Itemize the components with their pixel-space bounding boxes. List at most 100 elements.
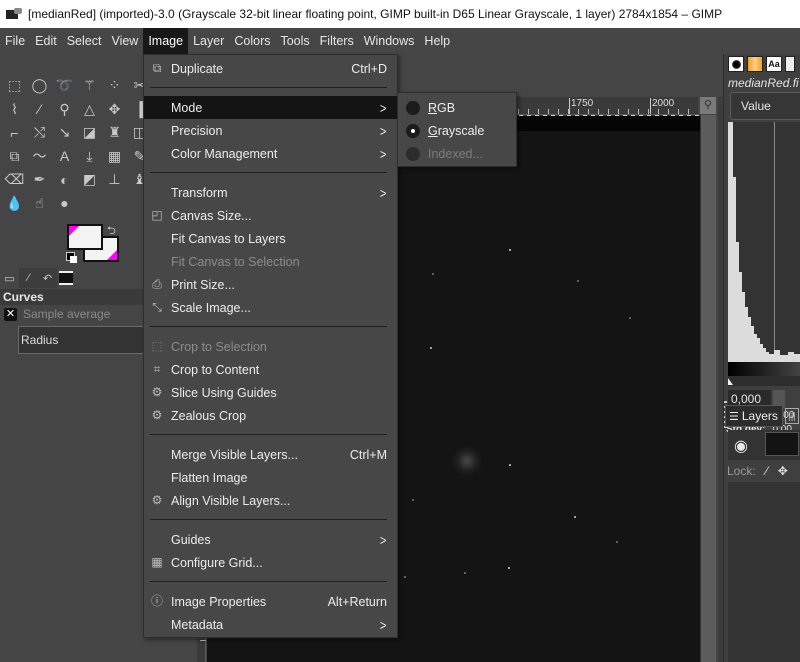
smudge-icon[interactable]: ☝ (27, 192, 52, 215)
rect-select-icon[interactable]: ⬚ (2, 74, 27, 97)
warp-transform-icon[interactable]: ↘ (52, 121, 77, 144)
dodge-burn-icon[interactable]: ● (52, 192, 77, 215)
menu-item-canvas-size[interactable]: ◰ Canvas Size... (144, 204, 397, 227)
magnifier-icon[interactable]: ⚲ (700, 97, 716, 114)
document-history-tab[interactable] (785, 56, 795, 72)
menu-item-slice-using-guides[interactable]: ⚙ Slice Using Guides (144, 381, 397, 404)
menu-item-precision[interactable]: Precision > (144, 119, 397, 142)
menu-item-label: Align Visible Layers... (171, 493, 291, 508)
zoom-icon[interactable]: ⚲ (52, 98, 77, 121)
range-handle[interactable] (728, 376, 800, 386)
star (577, 280, 579, 282)
swap-colors-icon[interactable]: ⮌ (107, 222, 116, 241)
move-icon[interactable]: ✥ (102, 98, 127, 121)
smudge-wave-icon[interactable]: 〜 (27, 145, 52, 168)
unified-transform-icon[interactable]: ⤭ (27, 121, 52, 144)
fonts-tab[interactable]: Aa (766, 56, 782, 72)
menu-item-mode[interactable]: Mode > (144, 96, 397, 119)
layer-row[interactable]: ◉ (728, 430, 800, 460)
menu-item-image-properties[interactable]: ⓘ Image Properties Alt+Return (144, 590, 397, 613)
clone-icon[interactable]: ⊥ (102, 168, 127, 191)
menu-windows[interactable]: Windows (359, 28, 420, 54)
histogram-bar (794, 354, 800, 362)
color-picker-icon[interactable]: ⁄ (27, 98, 52, 121)
flip-icon[interactable]: ⧉ (2, 145, 27, 168)
mypaint-brush-icon[interactable]: ◩ (77, 168, 102, 191)
fuzzy-select-icon[interactable]: ⚚ (77, 74, 102, 97)
menu-item-metadata[interactable]: Metadata > (144, 613, 397, 636)
paths-icon[interactable]: ⌇ (2, 98, 27, 121)
text-tool-icon[interactable]: A (52, 145, 77, 168)
vertical-scrollbar[interactable] (700, 115, 716, 662)
blur-icon[interactable]: 💧 (2, 192, 27, 215)
default-colors-icon[interactable] (66, 252, 78, 264)
measure-icon[interactable]: △ (77, 98, 102, 121)
menu-item-fit-canvas-to-layers[interactable]: Fit Canvas to Layers (144, 227, 397, 250)
radius-slider[interactable]: Radius (18, 326, 143, 354)
gradient-icon[interactable]: ▦ (102, 145, 127, 168)
menu-item-crop-to-content[interactable]: ⌗ Crop to Content (144, 358, 397, 381)
menu-layer[interactable]: Layer (188, 28, 229, 54)
menu-filters[interactable]: Filters (315, 28, 359, 54)
layers-tab[interactable]: ☰ Layers (725, 405, 783, 427)
eye-icon[interactable]: ◉ (734, 436, 748, 456)
menu-separator (144, 427, 397, 443)
tool-options-title: Curves (0, 289, 143, 305)
bucket-fill-icon[interactable]: ⤓ (77, 145, 102, 168)
images-tab[interactable] (59, 271, 73, 285)
menu-item-crop-to-selection[interactable]: ⬚ Crop to Selection (144, 335, 397, 358)
menu-item-label: Precision (171, 123, 223, 138)
gears-icon: ⚙ (151, 408, 163, 422)
cage-transform-icon[interactable]: ♜ (102, 121, 127, 144)
lock-pixels-icon[interactable]: ⁄ (766, 464, 768, 478)
title-bar: [medianRed] (imported)-3.0 (Grayscale 32… (0, 0, 800, 28)
patterns-tab[interactable] (747, 56, 763, 72)
sample-average-option[interactable]: ✕ Sample average (4, 307, 110, 321)
undo-history-tab[interactable]: ↶ (38, 268, 57, 288)
menu-item-configure-grid[interactable]: ▦ Configure Grid... (144, 551, 397, 574)
menu-item-transform[interactable]: Transform > (144, 181, 397, 204)
menu-image[interactable]: Image (143, 28, 189, 54)
menu-colors[interactable]: Colors (229, 28, 275, 54)
handle-transform-icon[interactable]: ◪ (77, 121, 102, 144)
menu-item-print-size[interactable]: ⎙ Print Size... (144, 273, 397, 296)
tool-options-tab[interactable]: ▭ (0, 268, 19, 288)
channels-tab[interactable]: ||| (785, 408, 799, 424)
crop-icon[interactable]: ⌐ (2, 121, 27, 144)
menu-view[interactable]: View (106, 28, 143, 54)
foreground-color-swatch[interactable] (67, 224, 103, 250)
mode-grayscale[interactable]: Grayscale (398, 119, 516, 142)
ruler-label: 1750 (568, 98, 594, 114)
airbrush-icon[interactable]: ✒ (27, 168, 52, 191)
menu-item-duplicate[interactable]: ⧉ Duplicate Ctrl+D (144, 57, 397, 80)
mode-label: rayscale (437, 123, 485, 138)
mode-indexed[interactable]: Indexed... (398, 142, 516, 165)
menu-item-label: Transform (171, 185, 228, 200)
menu-select[interactable]: Select (62, 28, 107, 54)
menu-edit[interactable]: Edit (30, 28, 62, 54)
select-by-color-icon[interactable]: ⁘ (102, 74, 127, 97)
menu-item-guides[interactable]: Guides > (144, 528, 397, 551)
menu-item-merge-visible-layers[interactable]: Merge Visible Layers... Ctrl+M (144, 443, 397, 466)
menu-item-color-management[interactable]: Color Management > (144, 142, 397, 165)
menu-item-scale-image[interactable]: ⤡ Scale Image... (144, 296, 397, 319)
menu-item-fit-canvas-to-selection[interactable]: Fit Canvas to Selection (144, 250, 397, 273)
menu-file[interactable]: File (0, 28, 30, 54)
ink-icon[interactable]: ◐ (52, 168, 77, 191)
menu-item-align-visible-layers[interactable]: ⚙ Align Visible Layers... (144, 489, 397, 512)
sample-average-checkbox[interactable]: ✕ (4, 307, 17, 321)
menu-help[interactable]: Help (419, 28, 455, 54)
ellipse-select-icon[interactable]: ◯ (27, 74, 52, 97)
lock-position-icon[interactable]: ✥ (778, 464, 788, 478)
mode-rgb[interactable]: R GB (398, 96, 516, 119)
menu-item-zealous-crop[interactable]: ⚙ Zealous Crop (144, 404, 397, 427)
eraser-icon[interactable]: ⌫ (2, 168, 27, 191)
brushes-tab[interactable] (728, 56, 744, 72)
channel-select[interactable]: Value (730, 92, 800, 120)
device-status-tab[interactable]: ⁄ (19, 268, 38, 288)
menu-item-flatten-image[interactable]: Flatten Image (144, 466, 397, 489)
star (574, 516, 576, 518)
free-select-icon[interactable]: ➰ (52, 74, 77, 97)
menu-tools[interactable]: Tools (275, 28, 314, 54)
crop-selection-icon: ⬚ (151, 339, 163, 353)
